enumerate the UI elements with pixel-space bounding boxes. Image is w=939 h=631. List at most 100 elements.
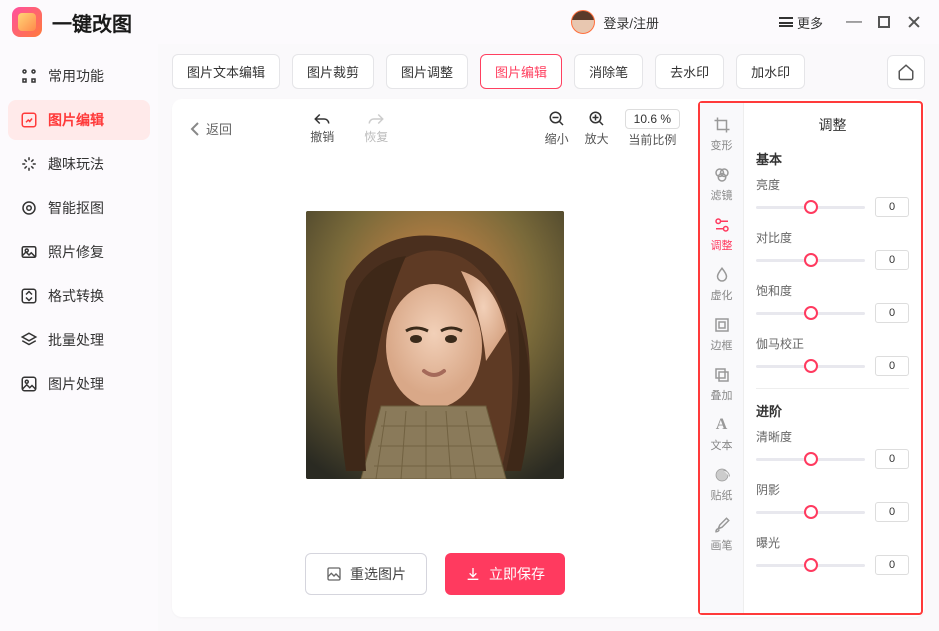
slider-label: 饱和度 [756,282,909,299]
group-basic-title: 基本 [756,149,909,168]
sidebar-item-edit[interactable]: 图片编辑 [8,100,150,140]
slider-value[interactable]: 0 [875,555,909,575]
rail-label: 叠加 [711,387,733,403]
slider-label: 曝光 [756,534,909,551]
window-maximize[interactable] [871,9,897,35]
back-button[interactable]: 返回 [190,119,232,138]
tab-adjust[interactable]: 图片调整 [386,54,468,89]
undo-icon [313,112,331,126]
layers-icon [20,331,38,349]
slider-thumb[interactable] [804,306,818,320]
sliders-icon [712,215,732,235]
sidebar-item-label: 常用功能 [48,66,104,86]
rail-overlay[interactable]: 叠加 [700,359,743,409]
more-button[interactable]: 更多 [779,13,823,32]
slider-contrast: 对比度 0 [756,229,909,270]
adjust-panel: 调整 基本 亮度 0 对比度 0 饱和度 0 伽马校正 [744,103,921,613]
slider-value[interactable]: 0 [875,449,909,469]
action-row: 重选图片 立即保存 [172,537,698,617]
slider-label: 对比度 [756,229,909,246]
grid-icon [20,67,38,85]
slider-exposure: 曝光 0 [756,534,909,575]
slider-track[interactable] [756,206,865,209]
zoom-label: 当前比例 [628,131,676,148]
slider-thumb[interactable] [804,452,818,466]
rail-transform[interactable]: 变形 [700,109,743,159]
slider-thumb[interactable] [804,505,818,519]
slider-value[interactable]: 0 [875,356,909,376]
login-link[interactable]: 登录/注册 [603,13,659,32]
rail-label: 画笔 [711,537,733,553]
image-swap-icon [326,566,342,582]
download-icon [465,566,481,582]
avatar[interactable] [571,10,595,34]
slider-value[interactable]: 0 [875,502,909,522]
convert-icon [20,287,38,305]
slider-track[interactable] [756,365,865,368]
tabs: 图片文本编辑 图片裁剪 图片调整 图片编辑 消除笔 去水印 加水印 [172,54,925,89]
rail-text[interactable]: A文本 [700,409,743,459]
slider-thumb[interactable] [804,558,818,572]
rail-label: 贴纸 [711,487,733,503]
titlebar: 一键改图 登录/注册 更多 — [0,0,939,44]
tab-add-watermark[interactable]: 加水印 [736,54,805,89]
tab-eraser[interactable]: 消除笔 [574,54,643,89]
zoom-value: 10.6 % [625,109,680,129]
tab-remove-watermark[interactable]: 去水印 [655,54,724,89]
rail-adjust[interactable]: 调整 [700,209,743,259]
rail-label: 滤镜 [711,187,733,203]
canvas-image[interactable] [306,211,564,479]
sidebar-item-label: 格式转换 [48,286,104,306]
rail-blur[interactable]: 虚化 [700,259,743,309]
tab-text-edit[interactable]: 图片文本编辑 [172,54,280,89]
sidebar-item-label: 图片处理 [48,374,104,394]
photo-icon [20,243,38,261]
zoom-out-button[interactable]: 缩小 [545,110,569,147]
slider-track[interactable] [756,564,865,567]
redo-button[interactable]: 恢复 [364,112,388,145]
tool-rail: 变形 滤镜 调整 虚化 边框 叠加 A文本 贴纸 画笔 [700,103,744,613]
save-button[interactable]: 立即保存 [445,553,565,595]
tab-crop[interactable]: 图片裁剪 [292,54,374,89]
sidebar: 常用功能 图片编辑 趣味玩法 智能抠图 照片修复 格式转换 批量处理 图片处理 [0,44,158,631]
home-button[interactable] [887,55,925,89]
sparkle-icon [20,155,38,173]
canvas-card: 返回 撤销 恢复 缩小 放大 10.6 % 当前比例 [172,99,925,617]
undo-label: 撤销 [310,128,334,145]
sidebar-item-label: 智能抠图 [48,198,104,218]
slider-track[interactable] [756,511,865,514]
sidebar-item-fun[interactable]: 趣味玩法 [8,144,150,184]
overlay-icon [712,365,732,385]
rail-label: 虚化 [711,287,733,303]
undo-button[interactable]: 撤销 [310,112,334,145]
sidebar-item-common[interactable]: 常用功能 [8,56,150,96]
window-minimize[interactable]: — [841,9,867,35]
slider-track[interactable] [756,259,865,262]
save-label: 立即保存 [489,564,545,584]
sidebar-item-process[interactable]: 图片处理 [8,364,150,404]
sidebar-item-label: 趣味玩法 [48,154,104,174]
slider-value[interactable]: 0 [875,197,909,217]
rail-filter[interactable]: 滤镜 [700,159,743,209]
slider-thumb[interactable] [804,359,818,373]
window-close[interactable] [901,9,927,35]
rail-label: 文本 [711,437,733,453]
rail-sticker[interactable]: 贴纸 [700,459,743,509]
slider-track[interactable] [756,312,865,315]
rail-border[interactable]: 边框 [700,309,743,359]
sidebar-item-batch[interactable]: 批量处理 [8,320,150,360]
rail-brush[interactable]: 画笔 [700,509,743,559]
rail-label: 边框 [711,337,733,353]
sidebar-item-restore[interactable]: 照片修复 [8,232,150,272]
zoom-in-button[interactable]: 放大 [585,110,609,147]
sidebar-item-convert[interactable]: 格式转换 [8,276,150,316]
sticker-icon [712,465,732,485]
slider-track[interactable] [756,458,865,461]
sidebar-item-cutout[interactable]: 智能抠图 [8,188,150,228]
slider-thumb[interactable] [804,200,818,214]
tab-edit[interactable]: 图片编辑 [480,54,562,89]
slider-value[interactable]: 0 [875,303,909,323]
slider-value[interactable]: 0 [875,250,909,270]
slider-thumb[interactable] [804,253,818,267]
reselect-button[interactable]: 重选图片 [305,553,427,595]
